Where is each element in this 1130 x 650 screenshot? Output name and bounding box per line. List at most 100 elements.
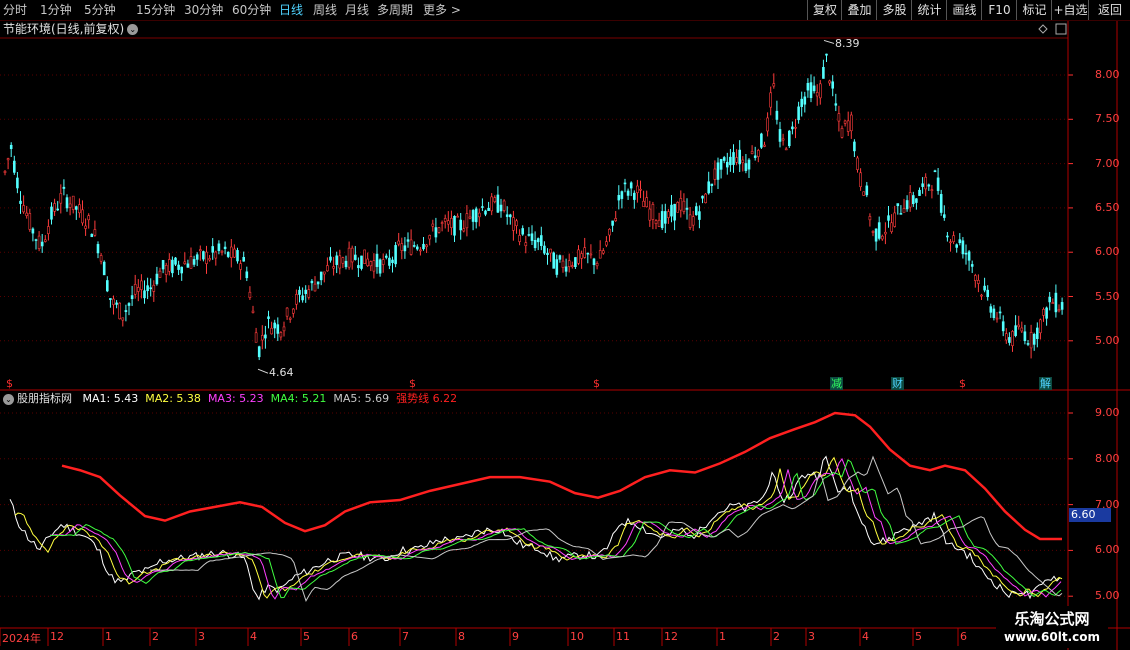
event-marker[interactable]: $ — [409, 377, 416, 390]
candle-body — [543, 245, 546, 254]
candle-body — [152, 284, 156, 292]
candle-body — [964, 252, 968, 255]
candle-body — [87, 215, 90, 221]
candle-body — [942, 214, 946, 218]
candle-body — [570, 265, 574, 267]
candle-body — [16, 177, 19, 189]
candle-body — [56, 208, 60, 211]
candle-body — [239, 263, 242, 270]
candle-body — [939, 194, 943, 213]
candle-body — [279, 332, 283, 338]
candle-body — [211, 246, 214, 253]
candle-body — [973, 275, 977, 281]
candle-body — [592, 258, 596, 266]
x-axis-label: 5 — [303, 630, 310, 643]
candle-body — [347, 247, 351, 268]
candle-body — [391, 259, 394, 263]
event-marker[interactable]: $ — [6, 377, 13, 390]
candle-body — [199, 249, 202, 252]
candle-body — [707, 181, 711, 194]
candle-body — [384, 255, 388, 258]
candle-body — [1060, 302, 1064, 310]
candle-body — [896, 203, 900, 207]
candle-body — [1048, 296, 1051, 303]
candle-body — [71, 195, 75, 210]
diamond-icon[interactable] — [1038, 24, 1048, 34]
candle-body — [350, 247, 354, 263]
x-axis-label: 1 — [105, 630, 112, 643]
candle-body — [19, 200, 22, 204]
candle-body — [133, 284, 137, 295]
candle-body — [784, 148, 788, 151]
candle-body — [512, 217, 515, 231]
candle-body — [381, 259, 385, 265]
candle-body — [453, 215, 456, 236]
candle-body — [307, 289, 311, 298]
candle-body — [933, 170, 937, 173]
candle-body — [304, 289, 308, 294]
low-price-label: 4.64 — [269, 366, 294, 380]
candle-body — [744, 163, 748, 171]
candle-body — [434, 227, 438, 238]
x-axis-label: 2 — [152, 630, 159, 643]
event-marker[interactable]: $ — [593, 377, 600, 390]
indicator-legend-item: MA4: 5.21 — [270, 392, 327, 405]
candle-body — [797, 106, 800, 121]
candle-body — [893, 212, 897, 227]
x-axis-label: 3 — [808, 630, 815, 643]
candle-body — [422, 243, 425, 250]
main-y-tick-label: 8.00 — [1095, 68, 1120, 81]
candle-body — [961, 240, 965, 255]
candle-body — [47, 226, 50, 234]
candle-body — [22, 205, 25, 213]
event-marker[interactable]: 减 — [830, 377, 843, 390]
ma5-line — [149, 455, 1063, 602]
candle-body — [868, 216, 872, 221]
low-pointer — [257, 368, 269, 374]
high-price-label: 8.39 — [835, 37, 860, 51]
candle-body — [254, 332, 258, 343]
restore-icon[interactable] — [1055, 23, 1067, 35]
candle-body — [989, 306, 993, 313]
candle-body — [431, 223, 435, 227]
candle-body — [419, 249, 422, 252]
candle-body — [642, 200, 645, 207]
candle-body — [245, 271, 249, 279]
event-marker[interactable]: $ — [959, 377, 966, 390]
candle-body — [756, 150, 760, 157]
candle-body — [130, 295, 134, 300]
candle-body — [710, 183, 714, 187]
candle-body — [654, 220, 658, 224]
candle-body — [363, 249, 366, 264]
candle-body — [840, 128, 844, 138]
candle-body — [781, 138, 785, 141]
candle-body — [164, 265, 168, 275]
candle-body — [143, 290, 146, 299]
candle-body — [115, 302, 118, 305]
candle-body — [155, 273, 159, 285]
candle-body — [812, 85, 816, 92]
x-axis-label: 12 — [50, 630, 64, 643]
candle-body — [629, 182, 633, 189]
event-marker[interactable]: 财 — [891, 377, 904, 390]
candle-body — [140, 280, 143, 290]
candle-body — [921, 183, 924, 187]
candle-body — [443, 218, 447, 222]
candle-body — [992, 308, 996, 318]
candle-body — [3, 170, 7, 173]
candle-body — [952, 235, 955, 242]
candle-body — [936, 177, 940, 191]
kline-chart — [0, 21, 1130, 650]
candle-body — [601, 250, 605, 254]
candle-body — [639, 188, 642, 191]
candle-body — [1042, 308, 1045, 316]
candle-body — [1004, 333, 1008, 341]
watermark: 乐淘公式网 www.60lt.com — [996, 606, 1108, 648]
candle-body — [270, 327, 273, 335]
candle-body — [502, 200, 506, 211]
candle-body — [403, 245, 407, 252]
candle-body — [648, 208, 652, 221]
main-y-tick-label: 6.00 — [1095, 245, 1120, 259]
chevron-down-icon[interactable]: ⌄ — [3, 393, 14, 405]
event-marker[interactable]: 解 — [1039, 377, 1052, 390]
